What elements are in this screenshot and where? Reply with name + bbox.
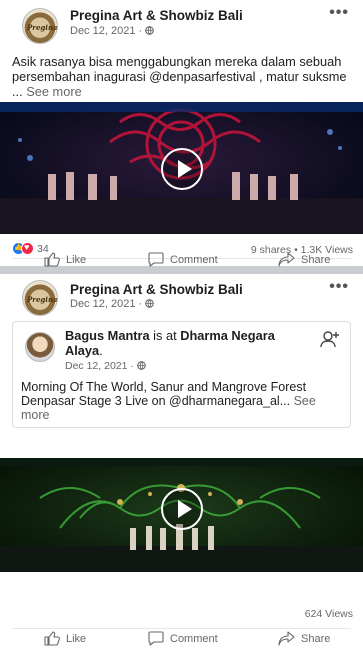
share-arrow-icon: [278, 252, 295, 267]
share-arrow-icon: [278, 631, 295, 646]
page-avatar[interactable]: Pregina: [22, 8, 58, 44]
thumbs-up-icon: [44, 631, 60, 646]
shared-post-date: Dec 12, 2021 ·: [65, 360, 146, 372]
shared-post-caption: Morning Of The World, Sanur and Mangrove…: [21, 380, 316, 422]
like-button[interactable]: Like: [44, 252, 86, 267]
avatar-logo-text: Pregina: [27, 23, 58, 32]
shared-author-name[interactable]: Bagus Mantra: [65, 328, 150, 343]
thumbs-up-icon: [44, 252, 60, 267]
shared-author-avatar[interactable]: [25, 332, 55, 362]
globe-icon: [136, 360, 146, 372]
video-player[interactable]: [0, 458, 363, 572]
shared-author-line: Bagus Mantra is at Dharma Negara Alaya.: [65, 328, 275, 358]
comment-bubble-icon: [148, 631, 164, 646]
views-count[interactable]: 624 Views: [305, 608, 353, 620]
post-header: Pregina Pregina Art & Showbiz Bali Dec 1…: [0, 0, 363, 50]
like-button[interactable]: Like: [44, 631, 86, 646]
share-button[interactable]: Share: [278, 631, 330, 646]
video-player[interactable]: [0, 102, 363, 234]
avatar-logo-text: Pregina: [27, 295, 58, 304]
see-more-link[interactable]: See more: [26, 84, 81, 99]
comment-bubble-icon: [148, 252, 164, 267]
globe-icon: [145, 298, 155, 310]
feed-post-1: Pregina Pregina Art & Showbiz Bali Dec 1…: [0, 0, 363, 266]
globe-icon: [145, 25, 155, 37]
action-bar-2: Like Comment Share: [0, 626, 363, 650]
play-icon[interactable]: [161, 148, 203, 190]
page-name-link[interactable]: Pregina Art & Showbiz Bali: [70, 8, 243, 23]
comment-button[interactable]: Comment: [148, 631, 218, 646]
play-icon[interactable]: [161, 488, 203, 530]
post-caption: Asik rasanya bisa menggabungkan mereka d…: [12, 54, 347, 99]
shared-post-card[interactable]: Bagus Mantra is at Dharma Negara Alaya. …: [12, 321, 351, 428]
comment-button[interactable]: Comment: [148, 252, 218, 267]
feed-post-2: Pregina Pregina Art & Showbiz Bali Dec 1…: [0, 274, 363, 650]
more-options-icon[interactable]: •••: [329, 4, 349, 22]
post-date: Dec 12, 2021 ·: [70, 298, 155, 310]
add-friend-icon[interactable]: [320, 330, 340, 353]
share-button[interactable]: Share: [278, 252, 330, 267]
action-bar-1: Like Comment Share: [0, 244, 363, 270]
post-date: Dec 12, 2021 ·: [70, 25, 155, 37]
